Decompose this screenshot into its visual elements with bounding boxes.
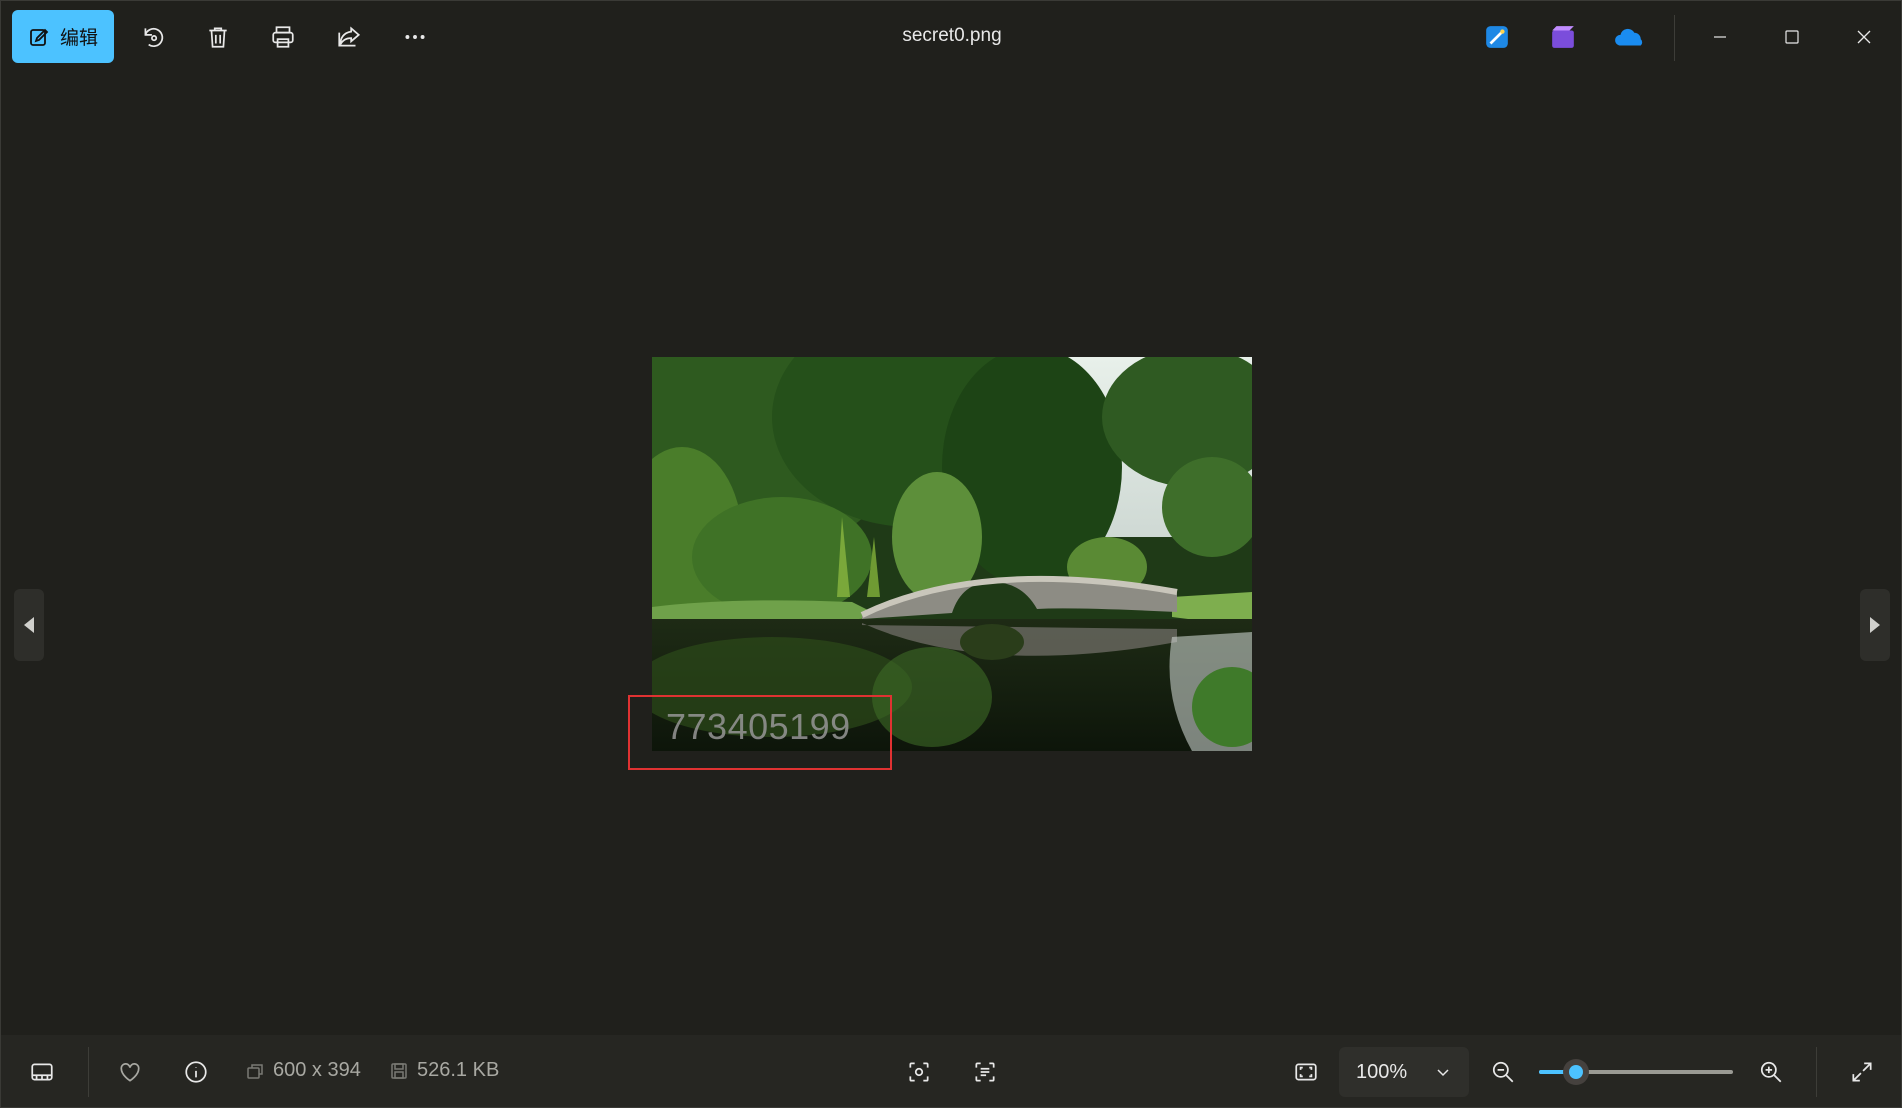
zoom-slider-thumb[interactable] <box>1562 1059 1589 1085</box>
file-size: 526.1 KB <box>389 1059 499 1082</box>
heart-icon <box>120 1063 140 1082</box>
title-bar: 编辑 secret0.png <box>1 1 1901 73</box>
close-button[interactable] <box>1842 17 1886 57</box>
resize-icon <box>247 1063 263 1079</box>
chevron-down-icon <box>1437 1069 1449 1077</box>
clipchamp-button[interactable] <box>1547 21 1579 53</box>
onedrive-button[interactable] <box>1613 21 1645 53</box>
highlight-annotation-box <box>628 695 892 770</box>
fullscreen-icon <box>1852 1062 1872 1082</box>
dimensions-value: 600 x 394 <box>273 1059 361 1081</box>
zoom-in-button[interactable] <box>1753 1054 1789 1090</box>
displayed-photo: 773405199 <box>652 357 1252 751</box>
fit-to-window-button[interactable] <box>1288 1054 1324 1090</box>
chevron-left-icon <box>24 617 34 633</box>
text-scan-icon <box>975 1062 995 1082</box>
image-canvas: 773405199 <box>1 73 1901 1035</box>
text-scan-button[interactable] <box>967 1054 1003 1090</box>
maximize-icon <box>1785 30 1799 44</box>
close-icon <box>1857 30 1871 44</box>
photos-app-window: 编辑 secret0.png 773405199 600 x 394 526.1… <box>0 0 1902 1108</box>
clipchamp-icon <box>1552 26 1574 48</box>
file-info-button[interactable] <box>178 1054 214 1090</box>
designer-icon <box>1486 26 1508 48</box>
zoom-level-value: 100% <box>1356 1060 1408 1083</box>
visual-search-button[interactable] <box>901 1054 937 1090</box>
zoom-out-icon <box>1492 1061 1514 1083</box>
minimize-icon <box>1714 36 1726 38</box>
filmstrip-button[interactable] <box>24 1054 60 1090</box>
filmstrip-icon <box>31 1063 53 1081</box>
designer-button[interactable] <box>1481 21 1513 53</box>
zoom-in-icon <box>1760 1061 1782 1083</box>
file-size-value: 526.1 KB <box>417 1059 500 1081</box>
chevron-right-icon <box>1870 617 1880 633</box>
visual-search-icon <box>909 1062 929 1082</box>
fullscreen-button[interactable] <box>1844 1054 1880 1090</box>
image-dimensions: 600 x 394 <box>245 1059 361 1082</box>
status-bar: 600 x 394 526.1 KB 100% <box>1 1035 1901 1107</box>
maximize-button[interactable] <box>1770 17 1814 57</box>
info-icon <box>185 1061 207 1083</box>
save-icon <box>391 1062 407 1079</box>
favorite-button[interactable] <box>112 1054 148 1090</box>
zoom-out-button[interactable] <box>1485 1054 1521 1090</box>
previous-image-button[interactable] <box>14 589 44 661</box>
toolbar-divider <box>1674 15 1675 61</box>
statusbar-divider-right <box>1816 1047 1817 1097</box>
park-bridge-photo <box>652 357 1252 751</box>
zoom-slider[interactable] <box>1539 1059 1733 1085</box>
minimize-button[interactable] <box>1698 17 1742 57</box>
next-image-button[interactable] <box>1860 589 1890 661</box>
fit-window-icon <box>1295 1063 1317 1081</box>
zoom-level-dropdown[interactable]: 100% <box>1339 1047 1469 1097</box>
statusbar-divider <box>88 1047 89 1097</box>
onedrive-icon <box>1615 28 1643 46</box>
